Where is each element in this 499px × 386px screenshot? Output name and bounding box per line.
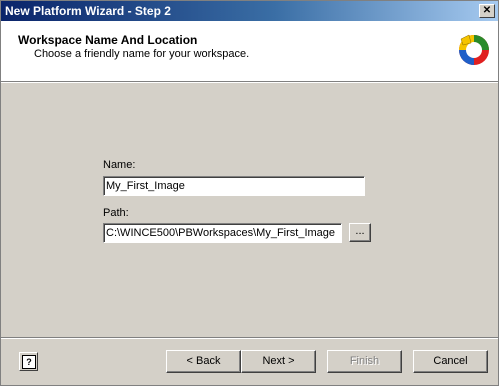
next-button[interactable]: Next > — [241, 350, 316, 373]
name-label: Name: — [103, 159, 136, 171]
name-field[interactable]: My_First_Image — [103, 176, 365, 196]
wizard-window: New Platform Wizard - Step 2 ✕ Workspace… — [0, 0, 499, 386]
help-button[interactable]: ? — [19, 352, 38, 371]
cancel-button[interactable]: Cancel — [413, 350, 488, 373]
header-divider — [1, 81, 498, 83]
title-bar[interactable]: New Platform Wizard - Step 2 ✕ — [1, 1, 498, 21]
finish-button[interactable]: Finish — [327, 350, 402, 373]
path-label: Path: — [103, 207, 129, 219]
close-icon: ✕ — [482, 5, 492, 16]
path-field[interactable]: C:\WINCE500\PBWorkspaces\My_First_Image — [103, 223, 342, 243]
browse-button[interactable]: ... — [349, 223, 371, 242]
footer-divider — [1, 337, 498, 339]
back-button[interactable]: < Back — [166, 350, 241, 373]
close-button[interactable]: ✕ — [479, 4, 495, 18]
platform-builder-logo-icon — [459, 34, 489, 65]
wizard-header: Workspace Name And Location Choose a fri… — [1, 21, 498, 81]
page-title: Workspace Name And Location — [18, 33, 198, 47]
page-subtitle: Choose a friendly name for your workspac… — [34, 48, 250, 60]
window-title: New Platform Wizard - Step 2 — [5, 4, 171, 18]
help-icon: ? — [22, 355, 36, 369]
